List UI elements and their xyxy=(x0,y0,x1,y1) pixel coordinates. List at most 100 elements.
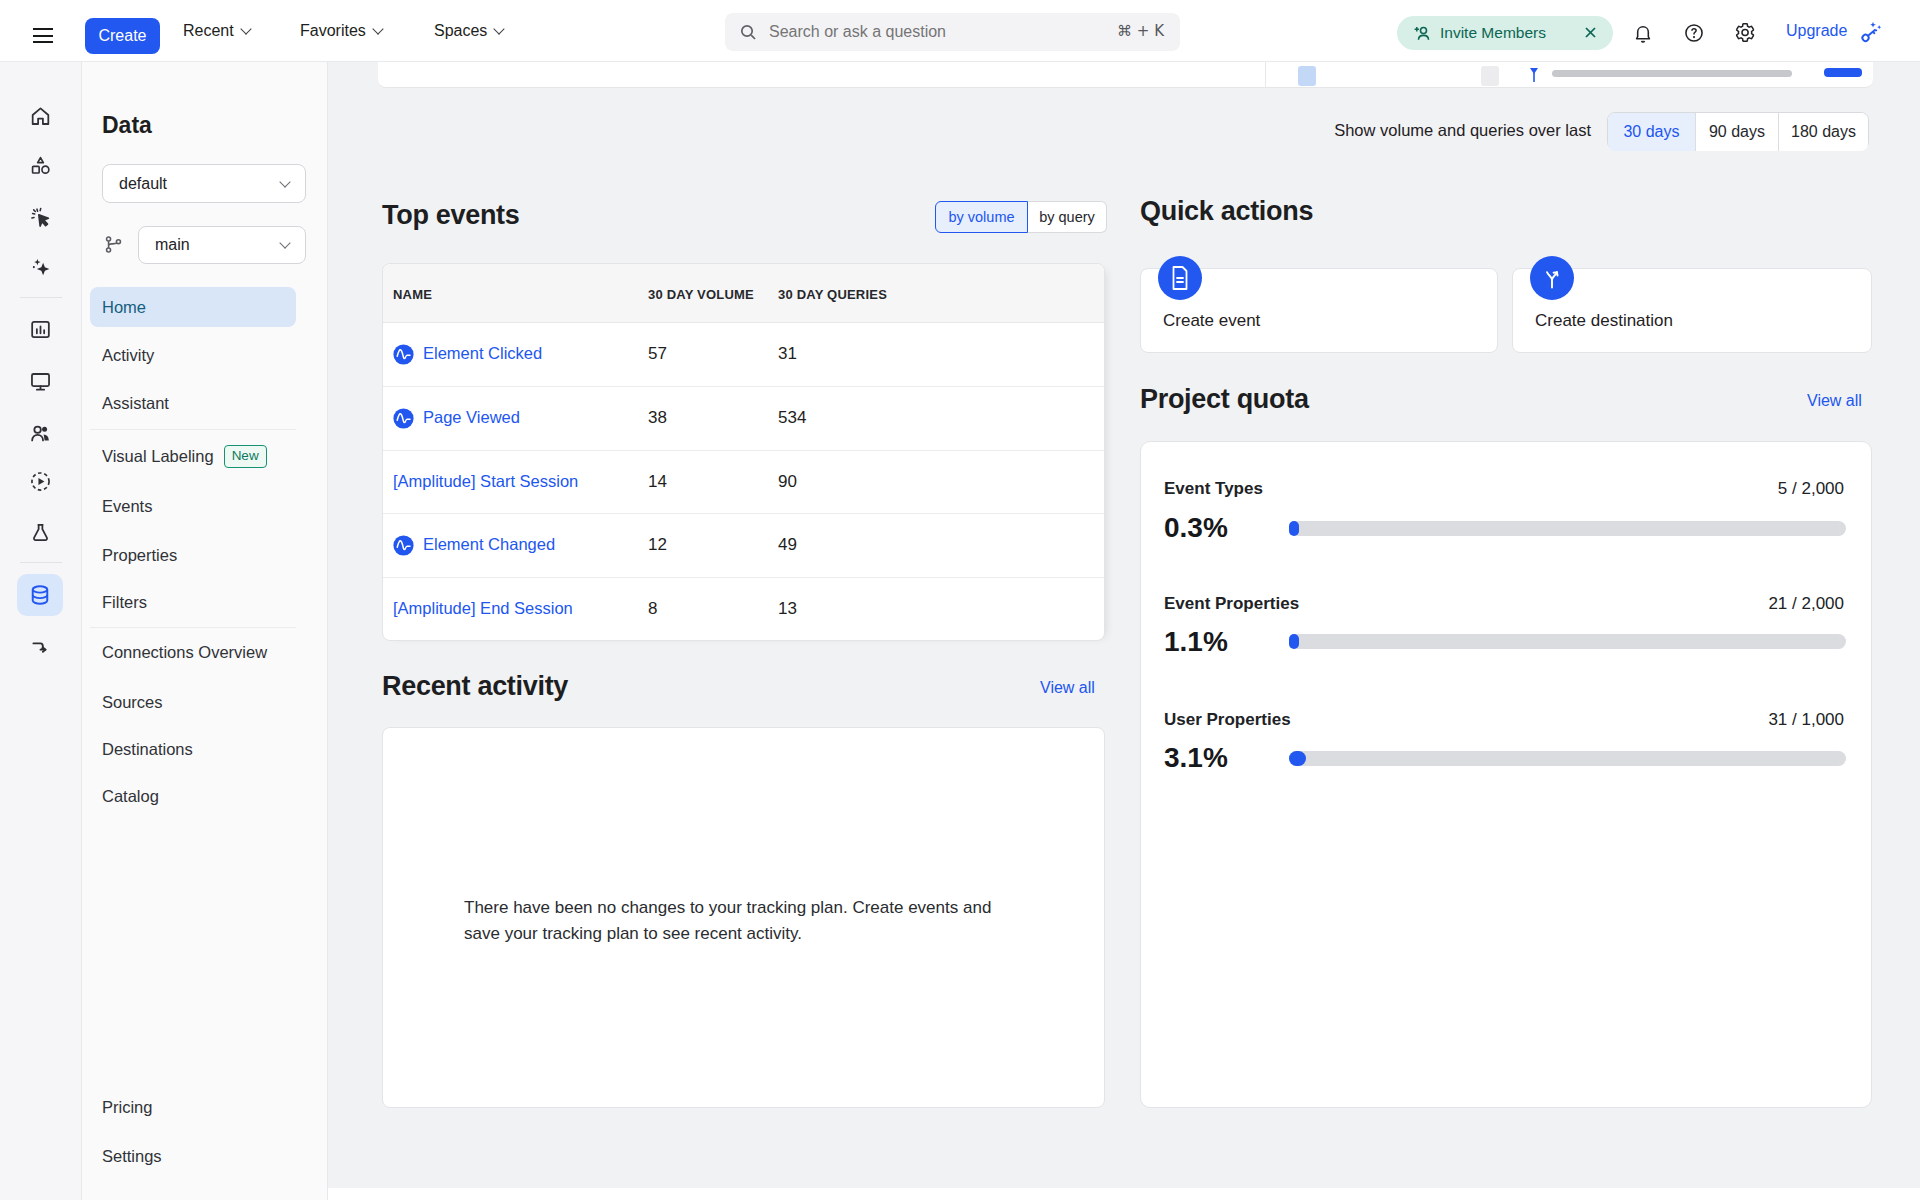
invite-members-button[interactable]: Invite Members xyxy=(1397,16,1613,50)
cutoff-primary-button[interactable] xyxy=(1824,68,1862,77)
settings-gear-icon[interactable] xyxy=(1733,21,1756,48)
sidebar-item-events[interactable]: Events xyxy=(90,486,296,526)
create-destination-card[interactable]: Create destination xyxy=(1512,268,1872,353)
table-row[interactable]: Page Viewed 38 534 xyxy=(383,386,1104,450)
quota-label: Event Properties xyxy=(1164,594,1299,614)
quota-progress-track xyxy=(1289,521,1846,536)
search-icon xyxy=(739,23,757,45)
queries-value: 534 xyxy=(778,408,806,428)
top-events-title: Top events xyxy=(382,200,520,231)
column-header-queries: 30 DAY QUERIES xyxy=(778,287,887,302)
recent-activity-view-all[interactable]: View all xyxy=(1040,679,1095,697)
sidebar-item-assistant[interactable]: Assistant xyxy=(90,383,296,423)
table-header-row: NAME 30 DAY VOLUME 30 DAY QUERIES xyxy=(383,264,1104,323)
table-row[interactable]: Element Clicked 57 31 xyxy=(383,323,1104,386)
recent-activity-title: Recent activity xyxy=(382,671,568,702)
create-event-card[interactable]: Create event xyxy=(1140,268,1498,353)
toolbar-cell[interactable] xyxy=(1481,66,1499,86)
event-link[interactable]: Page Viewed xyxy=(423,408,520,427)
slider-track[interactable] xyxy=(1552,70,1792,77)
sidebar-title: Data xyxy=(102,112,152,139)
quota-progress-fill xyxy=(1289,751,1306,766)
users-icon[interactable] xyxy=(28,421,53,446)
sidebar-divider xyxy=(90,627,296,628)
sidebar-item-settings[interactable]: Settings xyxy=(90,1136,296,1176)
sidebar-item-pricing[interactable]: Pricing xyxy=(90,1087,296,1127)
event-link[interactable]: [Amplitude] End Session xyxy=(393,599,573,618)
chevron-down-icon xyxy=(240,23,251,34)
create-destination-label: Create destination xyxy=(1535,311,1673,331)
sidebar-item-visual-labeling[interactable]: Visual LabelingNew xyxy=(90,436,296,476)
chart-icon[interactable] xyxy=(28,317,53,342)
sidebar-item-filters[interactable]: Filters xyxy=(90,582,296,622)
connections-flow-icon[interactable] xyxy=(28,634,53,659)
home-icon[interactable] xyxy=(28,104,53,129)
project-quota-title: Project quota xyxy=(1140,384,1309,415)
hamburger-menu-button[interactable] xyxy=(33,28,53,44)
search-bar[interactable]: ⌘ + K xyxy=(725,13,1180,51)
volume-value: 14 xyxy=(648,472,667,492)
data-icon-active[interactable] xyxy=(17,574,63,616)
sidebar-item-home[interactable]: Home xyxy=(90,287,296,327)
data-sidebar: Data default main Home Activity Assistan… xyxy=(82,62,328,1200)
chevron-down-icon xyxy=(279,237,290,248)
cursor-click-icon[interactable] xyxy=(28,205,53,230)
period-180-days-button[interactable]: 180 days xyxy=(1778,113,1868,151)
sidebar-item-sources[interactable]: Sources xyxy=(90,682,296,722)
quota-progress-fill xyxy=(1289,521,1299,536)
period-90-days-button[interactable]: 90 days xyxy=(1695,113,1778,151)
column-header-name: NAME xyxy=(393,287,432,302)
quota-progress-track xyxy=(1289,634,1846,649)
toolbar-selected-cell[interactable] xyxy=(1298,66,1316,86)
favorites-menu-label: Favorites xyxy=(300,22,366,39)
create-destination-icon xyxy=(1530,256,1574,300)
notifications-bell-icon[interactable] xyxy=(1632,22,1654,48)
cutoff-toolbar xyxy=(378,62,1873,88)
session-replay-icon[interactable] xyxy=(28,469,53,494)
table-row[interactable]: [Amplitude] End Session 8 13 xyxy=(383,577,1104,640)
experiments-flask-icon[interactable] xyxy=(28,520,53,545)
toggle-by-volume[interactable]: by volume xyxy=(935,201,1028,233)
toggle-by-query[interactable]: by query xyxy=(1028,201,1107,233)
ai-sparkles-icon[interactable] xyxy=(28,255,53,280)
help-icon[interactable] xyxy=(1683,22,1705,48)
add-user-icon xyxy=(1412,23,1432,47)
top-bar: Create Recent Favorites Spaces ⌘ + K Inv… xyxy=(0,0,1920,62)
table-row[interactable]: [Amplitude] Start Session 14 90 xyxy=(383,450,1104,513)
branch-icon xyxy=(103,234,124,259)
amplitude-logo-icon xyxy=(393,535,414,560)
project-selector[interactable]: default xyxy=(102,164,306,203)
upgrade-key-icon[interactable] xyxy=(1858,20,1884,48)
display-icon[interactable] xyxy=(28,369,53,394)
search-input[interactable] xyxy=(769,13,1089,51)
sidebar-item-properties[interactable]: Properties xyxy=(90,535,296,575)
create-event-label: Create event xyxy=(1163,311,1260,331)
event-link[interactable]: Element Changed xyxy=(423,535,555,554)
spaces-menu[interactable]: Spaces xyxy=(434,0,503,62)
table-row[interactable]: Element Changed 12 49 xyxy=(383,513,1104,577)
invite-members-label: Invite Members xyxy=(1440,24,1546,42)
upgrade-link[interactable]: Upgrade xyxy=(1786,0,1847,62)
period-30-days-button[interactable]: 30 days xyxy=(1608,113,1695,151)
recent-menu[interactable]: Recent xyxy=(183,0,250,62)
event-link[interactable]: Element Clicked xyxy=(423,344,542,363)
slider-pin-icon[interactable] xyxy=(1528,67,1540,87)
project-quota-view-all[interactable]: View all xyxy=(1807,392,1862,410)
favorites-menu[interactable]: Favorites xyxy=(300,0,382,62)
sidebar-item-catalog[interactable]: Catalog xyxy=(90,776,296,816)
sidebar-divider xyxy=(90,429,296,430)
shapes-icon[interactable] xyxy=(28,154,53,179)
amplitude-logo-icon xyxy=(393,344,414,369)
create-button[interactable]: Create xyxy=(85,18,160,54)
close-icon[interactable] xyxy=(1583,25,1598,44)
quota-progress-track xyxy=(1289,751,1846,766)
sidebar-item-activity[interactable]: Activity xyxy=(90,335,296,375)
spaces-menu-label: Spaces xyxy=(434,22,487,39)
create-event-icon xyxy=(1158,256,1202,300)
sidebar-item-destinations[interactable]: Destinations xyxy=(90,729,296,769)
branch-selector[interactable]: main xyxy=(138,226,306,264)
rail-divider xyxy=(20,562,62,563)
recent-activity-empty-text: There have been no changes to your track… xyxy=(464,895,1016,947)
event-link[interactable]: [Amplitude] Start Session xyxy=(393,472,578,491)
sidebar-item-connections-overview[interactable]: Connections Overview xyxy=(90,632,296,672)
